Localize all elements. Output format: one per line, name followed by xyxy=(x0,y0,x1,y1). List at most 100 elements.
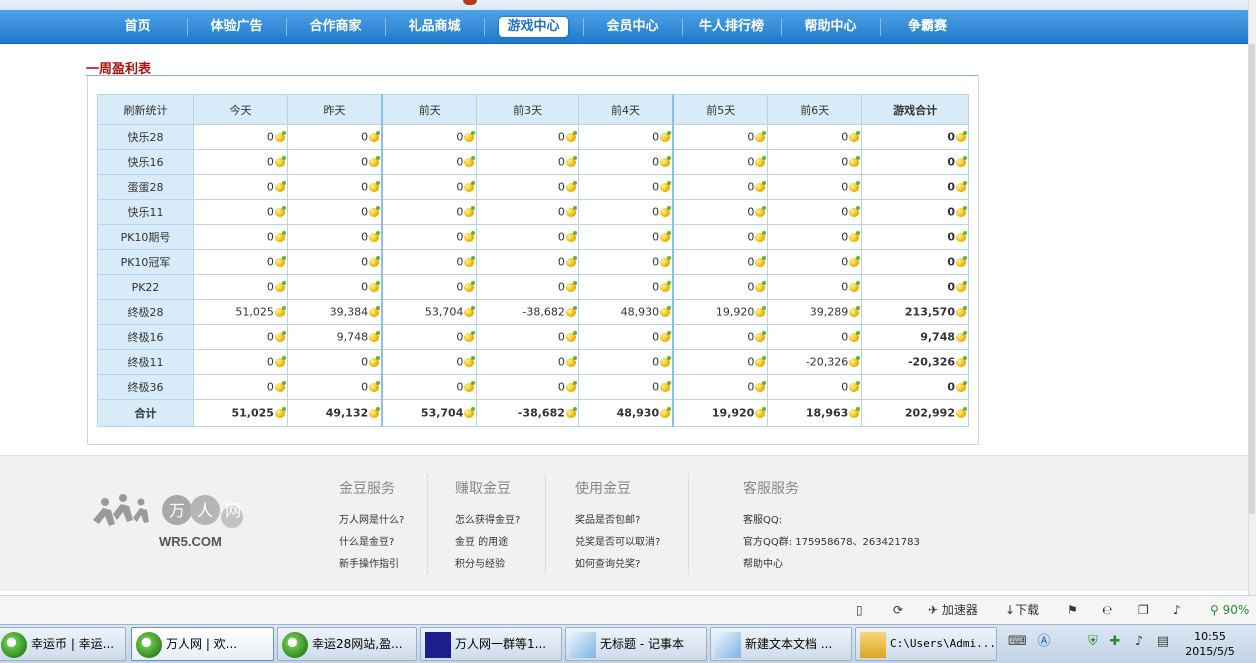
taskbar-item[interactable]: C:\Users\Admi... xyxy=(855,627,997,661)
row-game-name: PK10期号 xyxy=(97,224,194,250)
magnifier-icon: ⚲ xyxy=(1210,603,1219,617)
ie-icon[interactable]: ℮ xyxy=(1102,596,1112,624)
nav-contest[interactable]: 争霸赛 xyxy=(878,10,977,43)
security-shield-icon[interactable]: ⛨ xyxy=(1084,633,1102,651)
nav-member-center[interactable]: 会员中心 xyxy=(583,10,682,43)
footer-link[interactable]: 积分与经验 xyxy=(455,554,520,576)
profit-cell: 0 xyxy=(193,149,288,175)
profit-cell: 0 xyxy=(476,349,579,375)
profit-cell: 0 xyxy=(577,274,674,300)
taskbar-item-active[interactable]: 万人网 | 欢... xyxy=(131,627,274,661)
zoom-control[interactable]: ⚲ 90% xyxy=(1210,596,1249,624)
footer-link[interactable]: 奖品是否包邮? xyxy=(575,510,660,532)
footer-link[interactable]: 什么是金豆? xyxy=(339,532,404,554)
speaker-icon[interactable]: ♪ xyxy=(1130,633,1148,651)
footer-heading: 金豆服务 xyxy=(339,481,395,497)
profit-cell: 0 xyxy=(767,374,863,400)
footer-link[interactable]: 兑奖是否可以取消? xyxy=(575,532,660,554)
header-yesterday: 昨天 xyxy=(286,94,383,125)
profit-cell: 0 xyxy=(381,324,478,350)
window-icon[interactable]: ❐ xyxy=(1138,596,1149,624)
profit-cell: 0 xyxy=(476,174,579,200)
main-nav: 首页 体验广告 合作商家 礼品商城 游戏中心 会员中心 牛人排行榜 帮助中心 争… xyxy=(0,10,1248,44)
weekly-profit-table: 刷新统计 今天 昨天 前天 前3天 前4天 前5天 前6天 游戏合计 快乐28 0… xyxy=(97,94,969,427)
profit-cell: 0 xyxy=(286,249,383,275)
table-row: 快乐16 0 0 0 0 0 0 0 0 xyxy=(97,149,969,175)
refresh-icon[interactable]: ⟳ xyxy=(893,596,903,624)
gold-bean-icon xyxy=(956,280,967,292)
nav-leaderboard[interactable]: 牛人排行榜 xyxy=(682,10,781,43)
footer-link[interactable]: 金豆 的用途 xyxy=(455,532,520,554)
gold-bean-icon xyxy=(565,280,577,292)
profit-cell: 0 xyxy=(577,199,674,225)
notepad-icon xyxy=(715,632,741,658)
profit-cell: 0 xyxy=(381,199,478,225)
profit-cell: 202,992 xyxy=(861,399,969,427)
nav-gift-mall[interactable]: 礼品商城 xyxy=(385,10,484,43)
plus-icon[interactable]: ✚ xyxy=(1106,633,1124,651)
footer-link[interactable]: 万人网是什么? xyxy=(339,510,404,532)
nav-help-center[interactable]: 帮助中心 xyxy=(781,10,880,43)
gold-bean-icon xyxy=(565,130,577,142)
profit-cell: 0 xyxy=(672,124,769,150)
profit-cell: 0 xyxy=(381,374,478,400)
profit-cell: 0 xyxy=(381,274,478,300)
footer-link[interactable]: 怎么获得金豆? xyxy=(455,510,520,532)
gold-bean-icon xyxy=(660,130,672,142)
gold-bean-icon xyxy=(464,255,476,267)
gold-bean-icon xyxy=(464,130,476,142)
page-scrollbar-thumb[interactable] xyxy=(1249,44,1255,514)
profit-cell: 0 xyxy=(476,324,579,350)
footer-link[interactable]: 帮助中心 xyxy=(743,554,920,576)
footer-link[interactable]: 如何查询兑奖? xyxy=(575,554,660,576)
table-row: PK22 0 0 0 0 0 0 0 0 xyxy=(97,274,969,300)
row-game-name: 终极28 xyxy=(97,299,194,325)
gold-bean-icon xyxy=(660,330,672,342)
logo-people-icon xyxy=(93,494,149,526)
network-icon[interactable]: ▤ xyxy=(1154,633,1172,651)
row-game-name: 终极16 xyxy=(97,324,194,350)
nav-home[interactable]: 首页 xyxy=(88,10,187,43)
gold-bean-icon xyxy=(660,255,672,267)
keyboard-icon[interactable]: ⌨ xyxy=(1008,633,1027,651)
taskbar-item[interactable]: 幸运币 | 幸运... xyxy=(0,627,126,661)
gold-bean-icon xyxy=(369,255,381,267)
gold-bean-icon xyxy=(660,280,672,292)
ie-browser-icon xyxy=(282,632,308,658)
table-row: 快乐11 0 0 0 0 0 0 0 0 xyxy=(97,199,969,225)
profit-cell: 48,930 xyxy=(577,299,674,325)
table-row: 终极16 0 9,748 0 0 0 0 0 9,748 xyxy=(97,324,969,350)
shield-icon[interactable]: Ⓐ xyxy=(1035,633,1053,651)
header-refresh-stats[interactable]: 刷新统计 xyxy=(97,94,194,125)
footer-text: 客服QQ: xyxy=(743,515,783,526)
nav-trial-ads[interactable]: 体验广告 xyxy=(187,10,286,43)
gold-bean-icon xyxy=(274,280,286,292)
taskbar-item[interactable]: 幸运28网站,盈... xyxy=(277,627,417,661)
profit-cell: 0 xyxy=(767,199,863,225)
row-game-name: 合计 xyxy=(97,399,194,427)
taskbar-item[interactable]: 新建文本文档 ... xyxy=(710,627,852,661)
taskbar-item[interactable]: 无标题 - 记事本 xyxy=(565,627,707,661)
header-5-days-ago: 前5天 xyxy=(672,94,769,125)
row-game-name: 快乐28 xyxy=(97,124,194,150)
phone-icon[interactable]: ▯ xyxy=(856,596,863,624)
profit-cell: 0 xyxy=(577,324,674,350)
accelerator-button[interactable]: ✈ 加速器 xyxy=(928,596,978,624)
nav-partners[interactable]: 合作商家 xyxy=(286,10,385,43)
footer-link[interactable]: 新手操作指引 xyxy=(339,554,404,576)
gold-bean-icon xyxy=(369,280,381,292)
download-button[interactable]: ↓下载 xyxy=(1005,596,1039,624)
gold-bean-icon xyxy=(274,305,286,317)
system-clock[interactable]: 10:55 2015/5/5 xyxy=(1180,629,1240,659)
gold-bean-icon xyxy=(849,305,861,317)
profit-cell: 0 xyxy=(381,149,478,175)
profit-cell: 0 xyxy=(381,224,478,250)
taskbar-item[interactable]: 万人网一群等1... xyxy=(420,627,562,661)
gold-bean-icon xyxy=(755,406,767,418)
volume-icon[interactable]: ♪ xyxy=(1173,596,1181,624)
footer-text: 官方QQ群: 175958678、263421783 xyxy=(743,537,920,548)
gold-bean-icon xyxy=(565,305,577,317)
gold-bean-icon xyxy=(755,330,767,342)
nav-game-center[interactable]: 游戏中心 xyxy=(484,10,583,43)
flag-icon[interactable]: ⚑ xyxy=(1067,596,1078,624)
